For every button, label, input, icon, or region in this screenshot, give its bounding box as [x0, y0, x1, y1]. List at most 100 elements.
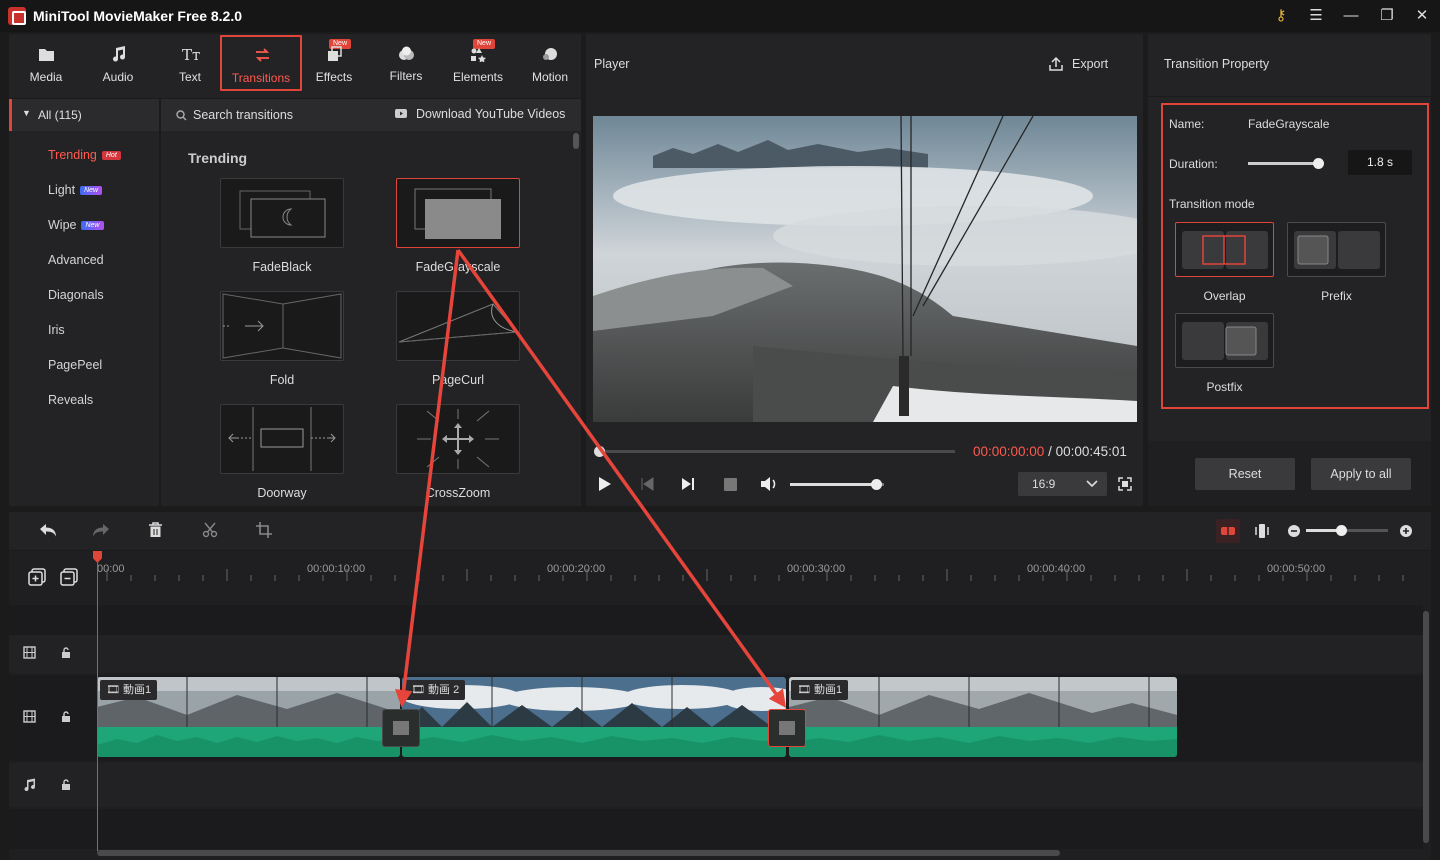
tab-transitions[interactable]: Transitions [220, 35, 302, 91]
key-icon[interactable]: ⚷ [1270, 6, 1292, 26]
film-icon: 🎞︎ [106, 684, 124, 696]
transition-pagecurl[interactable] [396, 291, 520, 361]
play-icon[interactable] [598, 476, 612, 492]
tab-label: Transitions [231, 71, 291, 85]
transition-marker[interactable] [382, 709, 420, 747]
playhead[interactable] [97, 551, 98, 851]
category-light[interactable]: Light New [48, 183, 103, 197]
scissors-icon[interactable] [202, 522, 218, 538]
hot-badge: Hot [101, 151, 121, 160]
lock-icon[interactable] [61, 778, 71, 791]
duration-slider[interactable] [1248, 162, 1318, 165]
snap-toggle[interactable] [1216, 519, 1240, 543]
search-input[interactable]: Search transitions [193, 108, 293, 122]
crop-icon[interactable] [256, 522, 272, 538]
clip-label: 🎞︎ 動画1 [791, 680, 849, 700]
volume-slider[interactable] [790, 483, 884, 486]
undo-icon[interactable] [39, 523, 57, 538]
lock-icon[interactable] [61, 646, 71, 659]
remove-track-icon[interactable] [60, 568, 78, 586]
playback-scrubber[interactable] [598, 450, 955, 453]
transition-fadegrayscale[interactable] [396, 178, 520, 248]
timecode: 00:00:00:00 / 00:00:45:01 [973, 444, 1127, 459]
duration-slider-handle[interactable] [1313, 158, 1324, 169]
export-button[interactable]: Export [1048, 52, 1128, 78]
download-youtube-link[interactable]: Download YouTube Videos [416, 107, 565, 121]
category-reveals[interactable]: Reveals [48, 393, 93, 407]
postfix-mode-icon [1182, 322, 1268, 360]
volume-icon[interactable] [760, 476, 778, 492]
export-icon [1049, 56, 1063, 71]
new-badge: New [80, 186, 103, 195]
transition-label: Doorway [257, 486, 307, 500]
menu-icon[interactable]: ☰ [1305, 6, 1327, 26]
next-icon[interactable] [681, 477, 695, 491]
tab-filters[interactable]: Filters [373, 34, 439, 98]
tab-media[interactable]: Media [13, 34, 79, 98]
time-ruler[interactable]: 00:00 00:00:10:00 00:00:20:00 00:00:30:0… [97, 551, 1423, 601]
category-pagepeel[interactable]: PagePeel [48, 358, 102, 372]
category-diagonals[interactable]: Diagonals [48, 288, 104, 302]
tab-motion[interactable]: Motion [517, 34, 583, 98]
maximize-button[interactable]: ❐ [1376, 6, 1398, 26]
player-title: Player [594, 57, 630, 71]
horizontal-scrollbar[interactable] [97, 850, 1060, 856]
scrollbar-thumb[interactable] [573, 133, 579, 149]
transition-label: PageCurl [431, 373, 485, 387]
mode-prefix[interactable] [1287, 222, 1386, 277]
tab-text[interactable]: Tт Text [157, 34, 223, 98]
transition-label: FadeGrayscale [415, 260, 501, 274]
audio-track[interactable] [9, 763, 1423, 807]
effects-icon [328, 46, 342, 61]
doorway-preview-icon [228, 407, 336, 471]
previous-icon[interactable] [640, 477, 654, 491]
stop-icon[interactable] [724, 478, 737, 491]
delete-icon[interactable] [148, 522, 163, 538]
zoom-in-icon[interactable] [1399, 524, 1413, 538]
category-advanced[interactable]: Advanced [48, 253, 104, 267]
fullscreen-icon[interactable] [1118, 477, 1132, 491]
minimize-button[interactable]: — [1340, 6, 1362, 26]
transition-doorway[interactable] [220, 404, 344, 474]
export-label: Export [1072, 57, 1109, 71]
category-all[interactable]: ▼ All (115) [9, 99, 159, 131]
category-sidebar: ▼ All (115) Trending Hot Light New Wipe New… [9, 99, 159, 506]
mode-overlap[interactable] [1175, 222, 1274, 277]
zoom-slider-handle[interactable] [1336, 525, 1347, 536]
lock-icon[interactable] [61, 710, 71, 723]
timeline: 00:00 00:00:10:00 00:00:20:00 00:00:30:0… [9, 551, 1431, 860]
redo-icon[interactable] [92, 523, 110, 538]
transition-marker-selected[interactable] [768, 709, 806, 747]
tab-label: Elements [452, 70, 504, 84]
aspect-ratio-select[interactable]: 16:9 [1018, 472, 1107, 496]
transition-crosszoom[interactable] [396, 404, 520, 474]
folder-icon [39, 49, 54, 61]
add-track-icon[interactable] [28, 568, 46, 586]
zoom-slider[interactable] [1306, 529, 1388, 532]
transition-fold[interactable] [220, 291, 344, 361]
category-trending[interactable]: Trending Hot [48, 148, 121, 162]
overlay-track[interactable] [9, 635, 1423, 673]
apply-to-all-button[interactable]: Apply to all [1311, 458, 1411, 490]
category-wipe[interactable]: Wipe New [48, 218, 104, 232]
tab-label: Text [178, 70, 201, 84]
duration-input[interactable]: 1.8 s [1348, 150, 1412, 175]
motion-icon [543, 48, 557, 60]
zoom-out-icon[interactable] [1287, 524, 1301, 538]
scrubber-handle[interactable] [594, 446, 605, 457]
tab-elements[interactable]: New Elements [445, 34, 511, 98]
mode-postfix[interactable] [1175, 313, 1274, 368]
tab-effects[interactable]: New Effects [301, 34, 367, 98]
category-iris[interactable]: Iris [48, 323, 65, 337]
split-view-icon[interactable] [1255, 523, 1269, 539]
reset-button[interactable]: Reset [1195, 458, 1295, 490]
clip-name: 動画1 [123, 684, 152, 696]
vertical-scrollbar[interactable] [1423, 611, 1429, 843]
transition-fadeblack[interactable] [220, 178, 344, 248]
title-bar: MiniTool MovieMaker Free 8.2.0 ⚷ ☰ — ❐ ✕ [0, 0, 1440, 32]
library-tabs: Media Audio Tт Text Transitions New Effe… [9, 34, 581, 98]
tab-audio[interactable]: Audio [85, 34, 151, 98]
volume-slider-handle[interactable] [870, 479, 882, 490]
close-button[interactable]: ✕ [1411, 6, 1433, 26]
search-bar: Search transitions Download YouTube Vide… [161, 99, 581, 131]
